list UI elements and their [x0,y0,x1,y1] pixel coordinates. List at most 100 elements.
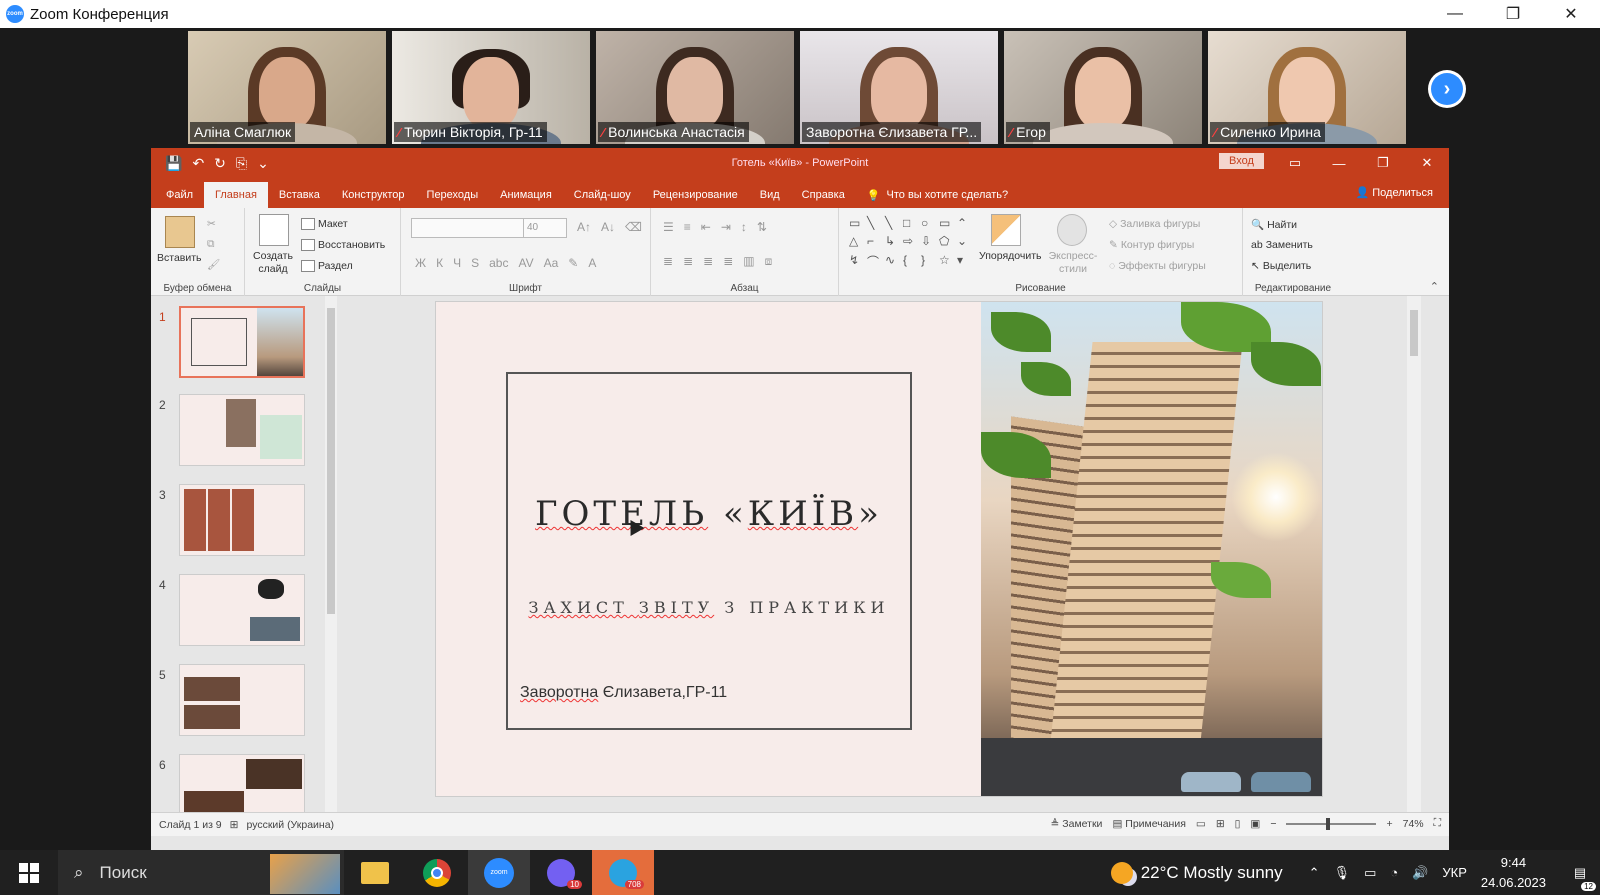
volume-icon[interactable]: 🔊 [1412,865,1428,881]
shadow-button[interactable]: S [471,256,479,270]
align-left-icon[interactable]: ≣ [663,254,673,269]
font-size-combo[interactable]: 40 [523,218,567,238]
smartart-icon[interactable]: ⧈ [765,254,773,269]
arrange-icon[interactable] [991,214,1021,246]
fit-slide-icon[interactable]: ⛶ [1434,817,1441,830]
slide-canvas[interactable]: ГОТЕЛЬ «КИЇВ» ЗАХИСТ ЗВІТУ З ПРАКТИКИ За… [435,301,1323,797]
telegram-icon[interactable]: 708 [592,850,654,895]
minimize-button[interactable]: — [1426,0,1484,28]
shape-fill-button[interactable]: ◇ Заливка фигуры [1109,218,1200,230]
clear-format-icon[interactable]: ⌫ [625,220,642,234]
participant-tile[interactable]: ⁄ Волинська Анастасія [596,31,794,144]
tab-transitions[interactable]: Переходы [416,182,490,208]
accessibility-icon[interactable]: ⊞ [230,819,239,831]
shapes-gallery[interactable]: ▭ ╲ ╲ □ ○ ▭ ⌃ △ ⌐ ↳ ⇨ ⇩ ⬠ ⌄ ↯ ⌒ ∿{} ☆ ▾ [849,216,973,272]
quick-styles-icon[interactable] [1057,214,1087,246]
zoom-out-icon[interactable]: − [1270,818,1276,830]
italic-button[interactable]: К [436,256,443,270]
clock[interactable]: 9:44 24.06.2023 [1481,853,1546,893]
strikethrough-button[interactable]: abc [489,256,508,270]
undo-icon[interactable]: ↶ [192,155,204,172]
section-button[interactable]: Раздел [301,260,353,272]
format-painter-icon[interactable]: 🖌 [207,258,220,271]
thumbnail-scrollbar[interactable] [325,296,337,812]
share-button[interactable]: 👤 Поделиться [1355,186,1433,199]
participant-tile[interactable]: ⁄ Егор [1004,31,1202,144]
layout-button[interactable]: Макет [301,218,348,230]
highlight-icon[interactable]: ✎ [568,256,578,270]
ppt-close-button[interactable]: ✕ [1405,148,1449,178]
tab-animations[interactable]: Анимация [489,182,563,208]
notes-button[interactable]: ≜ Заметки [1051,818,1103,830]
language-indicator[interactable]: УКР [1442,865,1467,880]
tray-chevron-icon[interactable]: ⌃ [1309,865,1320,881]
paste-button[interactable]: Вставить [157,252,202,264]
ribbon-display-icon[interactable]: ▭ [1273,148,1317,178]
zoom-slider[interactable] [1286,817,1377,830]
shape-effects-button[interactable]: ◌ Эффекты фигуры [1109,260,1206,272]
hotel-photo[interactable] [981,302,1322,796]
notifications-icon[interactable]: ▤ 12 [1560,850,1600,895]
next-participants-button[interactable]: › [1428,70,1466,108]
slide-thumbnail[interactable]: 1 [155,306,315,382]
paste-icon[interactable] [165,216,195,248]
find-button[interactable]: 🔍 Найти [1251,218,1297,232]
tab-home[interactable]: Главная [204,182,268,208]
shape-outline-button[interactable]: ✎ Контур фигуры [1109,239,1194,251]
normal-view-icon[interactable]: ▭ [1196,818,1206,830]
participant-tile-active[interactable]: Заворотна Єлизавета ГР... [800,31,998,144]
tab-slideshow[interactable]: Слайд-шоу [563,182,642,208]
tab-help[interactable]: Справка [791,182,856,208]
customize-qat-icon[interactable]: ⌄ [257,155,269,172]
file-explorer-icon[interactable] [344,850,406,895]
start-button[interactable] [0,850,58,895]
battery-icon[interactable]: ▭ [1364,865,1376,881]
columns-icon[interactable]: ▥ [743,254,754,269]
numbering-icon[interactable]: ≡ [684,220,691,234]
participant-tile[interactable]: ⁄ Тюрин Вікторія, Гр-11 [392,31,590,144]
tab-review[interactable]: Рецензирование [642,182,749,208]
comments-button[interactable]: ▤ Примечания [1112,818,1185,830]
text-direction-icon[interactable]: ⇅ [757,220,767,234]
tab-insert[interactable]: Вставка [268,182,331,208]
reset-button[interactable]: Восстановить [301,239,385,251]
zoom-level[interactable]: 74% [1403,818,1424,830]
slide-thumbnail[interactable]: 2 [155,394,315,470]
char-spacing-button[interactable]: AV [518,256,533,270]
replace-button[interactable]: ab Заменить [1251,239,1313,251]
reading-view-icon[interactable]: ▯ [1235,818,1241,830]
restore-button[interactable]: ❐ [1484,0,1542,28]
microphone-icon[interactable]: 🎙 [1334,865,1351,881]
redo-icon[interactable]: ↻ [214,155,226,172]
participant-tile[interactable]: Аліна Смаглюк [188,31,386,144]
title-placeholder[interactable]: ГОТЕЛЬ «КИЇВ» ЗАХИСТ ЗВІТУ З ПРАКТИКИ За… [506,372,912,730]
grow-font-icon[interactable]: A↑ [577,220,591,234]
decrease-indent-icon[interactable]: ⇤ [701,220,711,234]
slide-scrollbar[interactable] [1407,296,1421,812]
slide-sorter-icon[interactable]: ⊞ [1216,818,1225,830]
participant-tile[interactable]: ⁄ Силенко Ирина [1208,31,1406,144]
arrange-button[interactable]: Упорядочить [979,250,1041,262]
collapse-ribbon-icon[interactable]: ⌃ [1430,280,1439,293]
viber-icon[interactable]: 10 [530,850,592,895]
save-icon[interactable]: 💾 [165,155,182,172]
ppt-minimize-button[interactable]: — [1317,148,1361,178]
slide-thumbnail[interactable]: 3 [155,484,315,560]
bullets-icon[interactable]: ☰ [663,220,674,234]
tab-design[interactable]: Конструктор [331,182,416,208]
underline-button[interactable]: Ч [453,256,461,270]
slide-thumbnail[interactable]: 5 [155,664,315,740]
copy-icon[interactable]: ⧉ [207,238,215,251]
language-indicator[interactable]: русский (Украина) [246,819,334,831]
increase-indent-icon[interactable]: ⇥ [721,220,731,234]
shrink-font-icon[interactable]: A↓ [601,220,615,234]
zoom-in-icon[interactable]: + [1386,818,1392,830]
present-icon[interactable]: ⎘ [236,155,247,172]
chrome-icon[interactable] [406,850,468,895]
align-center-icon[interactable]: ≣ [683,254,693,269]
tell-me-search[interactable]: 💡 Что вы хотите сделать? [856,182,1019,208]
weather-widget[interactable]: 22°C Mostly sunny [1110,861,1283,884]
bold-button[interactable]: Ж [415,256,426,270]
login-button[interactable]: Вход [1219,153,1264,169]
ppt-restore-button[interactable]: ❐ [1361,148,1405,178]
